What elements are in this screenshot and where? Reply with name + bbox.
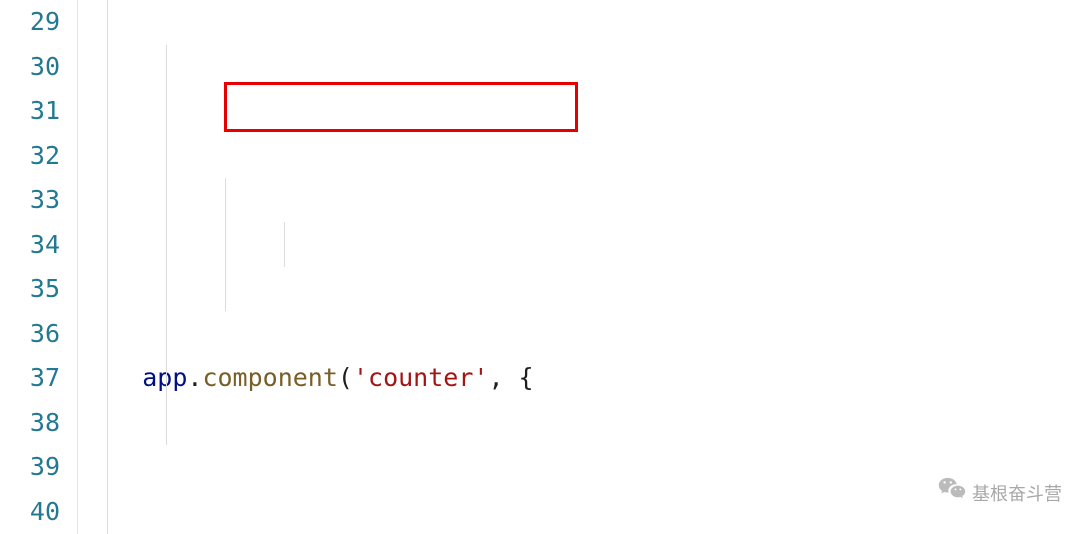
line-number: 40 (0, 490, 60, 534)
watermark: 基根奋斗营 (938, 472, 1062, 517)
line-number: 37 (0, 356, 60, 401)
code-area[interactable]: app.component('counter', { props: ['coun… (78, 0, 1080, 534)
indent-guide (225, 178, 226, 311)
line-number: 36 (0, 312, 60, 357)
indent-guide (166, 45, 167, 445)
line-number: 31 (0, 89, 60, 134)
token-punct: ( (338, 363, 353, 392)
code-editor[interactable]: 293031323334353637383940 app.component('… (0, 0, 1080, 534)
watermark-text: 基根奋斗营 (972, 472, 1062, 517)
wechat-icon (938, 472, 966, 517)
line-number-gutter: 293031323334353637383940 (0, 0, 78, 534)
token-punct: { (519, 363, 534, 392)
token-punct: , (488, 363, 518, 392)
token-punct: . (187, 363, 202, 392)
line-number: 33 (0, 178, 60, 223)
line-number: 32 (0, 134, 60, 179)
highlight-annotation (224, 82, 578, 132)
line-number: 39 (0, 445, 60, 490)
indent-guide (284, 222, 285, 267)
code-line[interactable]: app.component('counter', { (82, 356, 1080, 401)
token-method: component (202, 363, 337, 392)
line-number: 34 (0, 223, 60, 268)
line-number: 29 (0, 0, 60, 45)
line-number: 35 (0, 267, 60, 312)
line-number: 38 (0, 401, 60, 446)
token-identifier: app (142, 363, 187, 392)
line-number: 30 (0, 45, 60, 90)
indent-guide (107, 0, 108, 534)
token-string: 'counter' (353, 363, 488, 392)
